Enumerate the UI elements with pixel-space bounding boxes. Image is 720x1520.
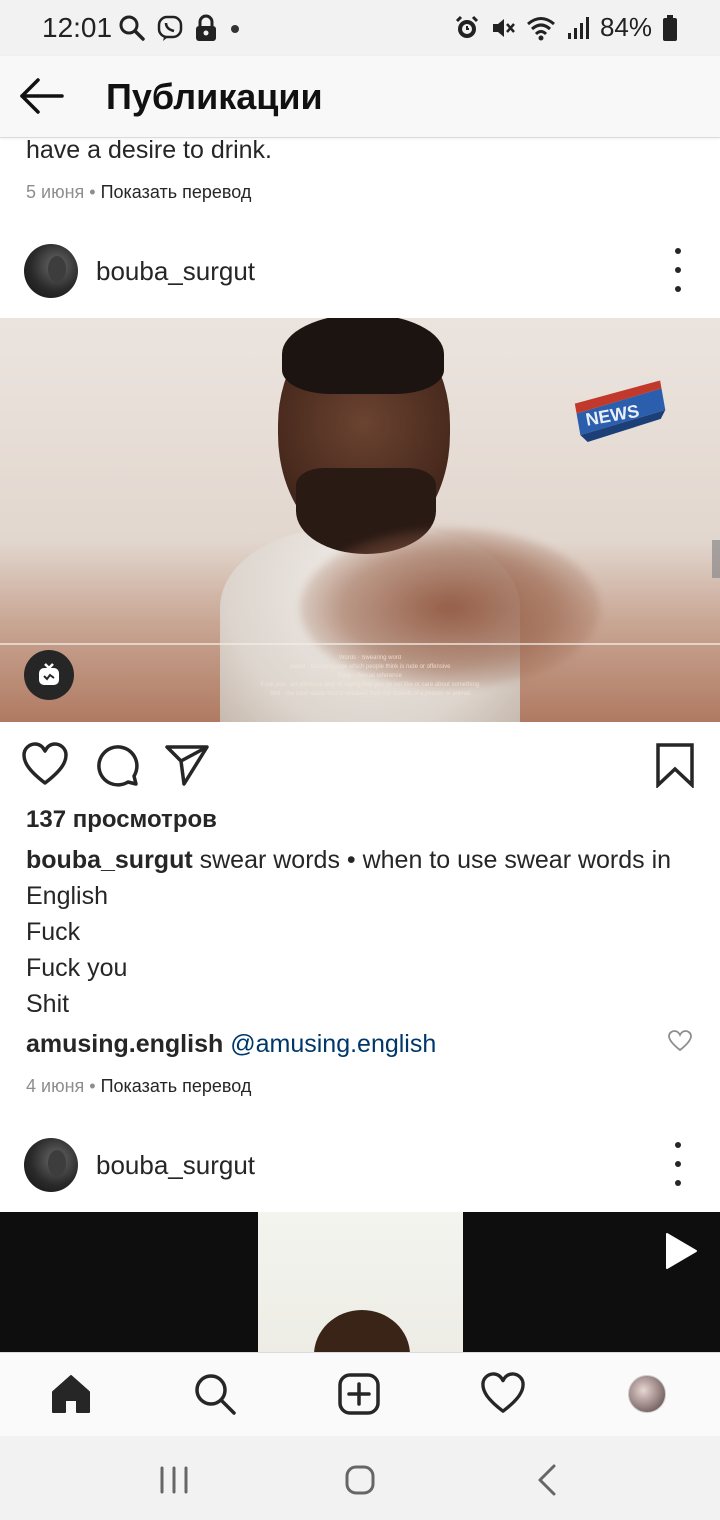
signal-icon	[567, 16, 589, 39]
comment-row: amusing.english @amusing.english	[26, 1030, 436, 1059]
bookmark-save-icon[interactable]	[652, 742, 698, 788]
share-direct-icon[interactable]	[164, 742, 210, 788]
more-dot-icon	[675, 1161, 681, 1167]
caption-first-line: bouba_surgut swear words • when to use s…	[26, 842, 696, 914]
igtv-icon[interactable]	[24, 650, 74, 700]
post-username[interactable]: bouba_surgut	[96, 1150, 255, 1181]
battery-percent: 84%	[599, 12, 652, 42]
more-dot-icon	[675, 1180, 681, 1186]
lock-icon	[196, 14, 216, 41]
nav-search[interactable]	[192, 1371, 238, 1417]
dot-icon	[231, 25, 239, 33]
home-icon	[52, 1375, 90, 1413]
post-video[interactable]: NEWS Words · Swearing word swear · bad l…	[0, 318, 720, 722]
post-meta: 4 июня • Показать перевод	[26, 1076, 251, 1097]
more-dot-icon	[675, 248, 681, 254]
news-sign-graphic: NEWS	[574, 380, 666, 442]
like-heart-icon[interactable]	[22, 742, 68, 788]
video-subtitle-line: swear · bad language which people think …	[289, 664, 451, 670]
more-options-button[interactable]	[666, 248, 690, 292]
previous-post-meta: 5 июня • Показать перевод	[26, 182, 251, 203]
video-subtitle-line: Fuck · Sexual reference	[338, 673, 402, 679]
show-translation-link[interactable]: Показать перевод	[101, 182, 252, 202]
more-dot-icon	[675, 267, 681, 273]
comment-mention-link[interactable]: @amusing.english	[230, 1030, 436, 1058]
comment-username[interactable]: amusing.english	[26, 1030, 223, 1058]
meta-separator: •	[84, 182, 101, 202]
post-username[interactable]: bouba_surgut	[96, 256, 255, 287]
caption-line: Fuck	[26, 918, 81, 946]
recent-apps-icon[interactable]	[154, 1460, 194, 1500]
profile-avatar	[628, 1375, 666, 1413]
activity-icon	[481, 1372, 525, 1413]
video-wall-line	[0, 643, 720, 645]
nav-activity[interactable]	[480, 1371, 526, 1417]
nav-home[interactable]	[48, 1371, 94, 1417]
comment-like-heart-icon[interactable]	[668, 1030, 692, 1052]
more-options-button[interactable]	[666, 1142, 690, 1186]
avatar[interactable]	[24, 1138, 78, 1192]
system-navigation-bar	[0, 1436, 720, 1520]
caption-username[interactable]: bouba_surgut	[26, 846, 193, 874]
new-post-icon	[338, 1373, 380, 1415]
post-date: 4 июня	[26, 1076, 85, 1096]
show-translation-link[interactable]: Показать перевод	[101, 1076, 252, 1096]
nav-profile[interactable]	[624, 1371, 670, 1417]
status-left-icons	[118, 14, 242, 42]
arrow-left-icon[interactable]	[18, 74, 66, 118]
search-icon	[195, 1374, 236, 1415]
post-date: 5 июня	[26, 182, 85, 202]
battery-icon	[663, 14, 677, 41]
video-subtitles: Words · Swearing word swear · bad langua…	[220, 654, 520, 699]
video-person-head	[314, 1310, 410, 1352]
avatar[interactable]	[24, 244, 78, 298]
viber-icon	[157, 15, 183, 41]
page-title: Публикации	[106, 76, 323, 117]
video-subtitle-line: Words · Swearing word	[338, 655, 402, 661]
status-right: 84%	[454, 12, 678, 43]
post-header: bouba_surgut	[0, 236, 720, 308]
next-post-video[interactable]	[0, 1212, 720, 1352]
next-post-header: bouba_surgut	[0, 1130, 720, 1202]
post-caption: bouba_surgut swear words • when to use s…	[26, 842, 696, 1022]
play-icon[interactable]	[664, 1232, 698, 1270]
back-chevron-icon[interactable]	[528, 1460, 568, 1500]
search-icon	[119, 15, 145, 41]
app-header: Публикации	[0, 56, 720, 138]
video-subtitle-line: Shit · the solid waste that is released …	[270, 691, 470, 697]
video-frame	[258, 1212, 463, 1352]
caption-line: Shit	[26, 990, 70, 1018]
nav-new-post[interactable]	[336, 1371, 382, 1417]
video-subtitle-line: Fuck you · an offensive way of saying th…	[260, 682, 480, 688]
previous-post-caption: have a desire to drink.	[26, 136, 272, 164]
comment-icon[interactable]	[94, 742, 140, 788]
view-count[interactable]: 137 просмотров	[26, 806, 217, 834]
mute-icon	[492, 18, 515, 37]
more-dot-icon	[675, 286, 681, 292]
more-dot-icon	[675, 1142, 681, 1148]
scrollbar[interactable]	[712, 540, 720, 578]
home-button-icon[interactable]	[340, 1460, 380, 1500]
status-time: 12:01	[42, 12, 113, 43]
post-action-bar	[0, 736, 720, 796]
meta-separator: •	[84, 1076, 101, 1096]
caption-line: Fuck you	[26, 954, 128, 982]
wifi-icon	[526, 16, 555, 40]
status-bar: 12:01 84%	[0, 0, 720, 56]
bottom-navigation	[0, 1352, 720, 1436]
video-person-hair	[282, 318, 444, 394]
alarm-icon	[455, 15, 479, 38]
